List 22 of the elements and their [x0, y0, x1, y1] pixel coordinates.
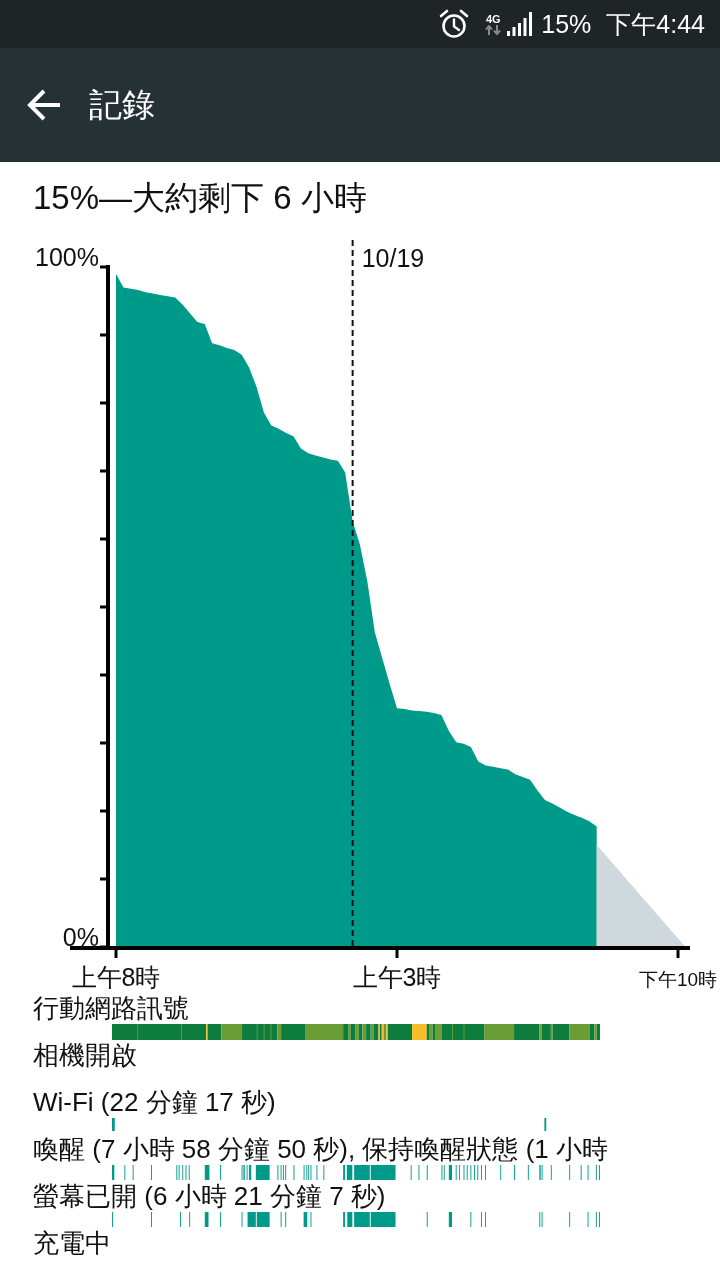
battery-percentage: 15%	[541, 9, 592, 39]
data-arrows-icon	[485, 25, 502, 35]
date-label: 10/19	[361, 244, 425, 272]
event-label: 螢幕已開 (6 小時 21 分鐘 7 秒)	[33, 1181, 386, 1211]
back-button[interactable]	[27, 89, 61, 121]
battery-remaining-summary: 15%—大約剩下 6 小時	[33, 178, 367, 218]
clock-time: 下午4:44	[606, 9, 705, 39]
x-tick-label: 上午8時	[71, 963, 161, 991]
signal-strength-icon	[507, 12, 534, 36]
event-label: 行動網路訊號	[33, 993, 189, 1023]
x-tick-label: 下午10時	[638, 969, 718, 990]
network-type-label: 4G	[485, 13, 501, 25]
event-label: 喚醒 (7 小時 58 分鐘 50 秒), 保持喚醒狀態 (1 小時	[33, 1134, 608, 1164]
y-tick-label: 100%	[35, 243, 99, 271]
screen-title: 記錄	[89, 85, 155, 125]
event-label: 相機開啟	[33, 1040, 137, 1070]
alarm-clock-icon	[439, 9, 470, 39]
x-tick-label: 上午3時	[352, 963, 442, 991]
back-arrow-icon	[27, 89, 61, 121]
y-tick-label: 0%	[62, 923, 99, 951]
event-label: Wi-Fi (22 分鐘 17 秒)	[33, 1087, 276, 1117]
event-label: 充電中	[33, 1228, 111, 1258]
